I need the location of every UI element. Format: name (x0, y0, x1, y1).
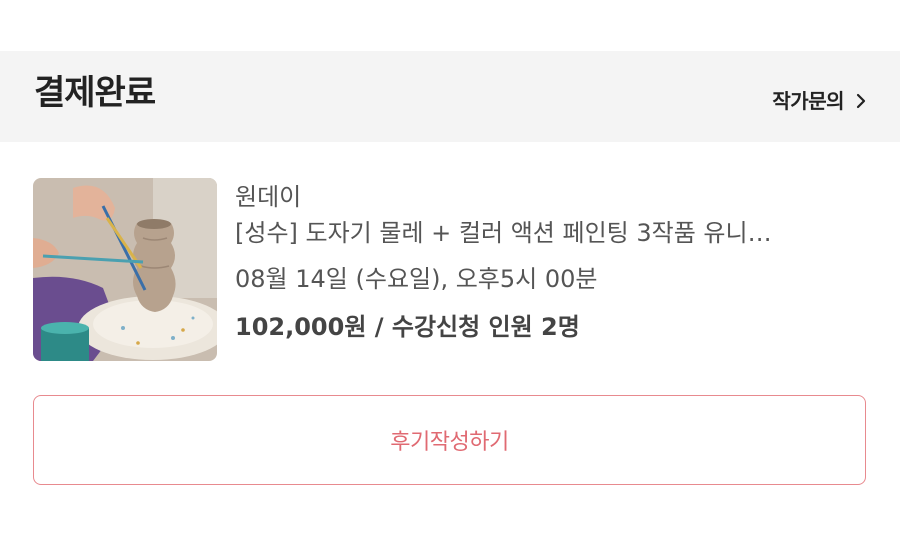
write-review-label: 후기작성하기 (390, 430, 509, 455)
price-summary: 102,000원 / 수강신청 인원 2명 (235, 313, 580, 341)
order-item[interactable]: 원데이 [성수] 도자기 물레 + 컬러 액션 페인팅 3작품 유니… 08월 … (33, 178, 867, 361)
artist-inquiry-link[interactable]: 작가문의 (772, 87, 866, 115)
page-header: 결제완료 작가문의 (0, 51, 900, 142)
artist-inquiry-label: 작가문의 (772, 89, 844, 113)
class-thumbnail[interactable] (33, 178, 217, 361)
chevron-right-icon (856, 93, 866, 109)
class-category: 원데이 (235, 183, 302, 211)
write-review-button[interactable]: 후기작성하기 (33, 395, 866, 485)
order-info: 원데이 [성수] 도자기 물레 + 컬러 액션 페인팅 3작품 유니… 08월 … (235, 180, 865, 344)
class-title[interactable]: [성수] 도자기 물레 + 컬러 액션 페인팅 3작품 유니… (235, 216, 845, 250)
class-schedule: 08월 14일 (수요일), 오후5시 00분 (235, 265, 598, 293)
page-title: 결제완료 (34, 73, 156, 113)
